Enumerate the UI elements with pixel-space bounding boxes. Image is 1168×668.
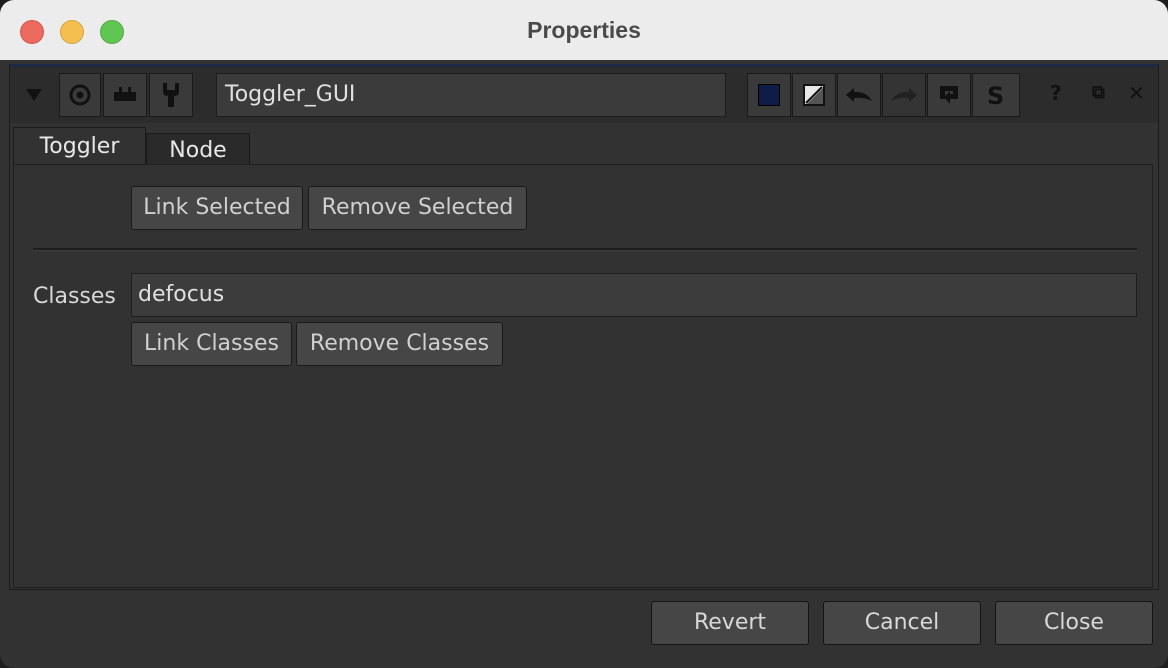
settings-wrench-button[interactable] bbox=[149, 73, 193, 117]
properties-panel: Toggler_GUI S ? ⧉ ✕ Toggler Node Link Se… bbox=[9, 64, 1159, 590]
revert-knobs-button[interactable] bbox=[927, 73, 971, 117]
svg-text:S: S bbox=[987, 82, 1004, 108]
target-icon bbox=[69, 84, 91, 106]
properties-window: Properties Toggler_GUI S ? ⧉ ✕ Toggler N… bbox=[0, 0, 1168, 668]
collapse-triangle-icon bbox=[26, 89, 42, 101]
remove-classes-button[interactable]: Remove Classes bbox=[296, 322, 503, 366]
center-node-button[interactable] bbox=[59, 73, 101, 117]
tab-node[interactable]: Node bbox=[146, 133, 250, 166]
collapse-toggle[interactable] bbox=[14, 73, 54, 117]
wrench-icon bbox=[163, 83, 179, 107]
color-reset-icon bbox=[803, 84, 825, 106]
remove-selected-button[interactable]: Remove Selected bbox=[308, 186, 527, 230]
cancel-button[interactable]: Cancel bbox=[823, 601, 981, 645]
node-color-button[interactable] bbox=[747, 73, 791, 117]
script-s-icon: S bbox=[987, 82, 1004, 108]
node-toolbar: Toggler_GUI S ? ⧉ ✕ bbox=[10, 67, 1158, 123]
classes-input[interactable]: defocus bbox=[131, 273, 1137, 317]
link-selected-button[interactable]: Link Selected bbox=[131, 186, 303, 230]
title-bar: Properties bbox=[0, 0, 1168, 60]
section-divider bbox=[33, 248, 1137, 251]
script-button[interactable]: S bbox=[972, 73, 1020, 117]
help-icon[interactable]: ? bbox=[1050, 81, 1062, 105]
redo-button[interactable] bbox=[882, 73, 926, 117]
close-panel-icon[interactable]: ✕ bbox=[1128, 81, 1145, 105]
window-title: Properties bbox=[527, 17, 641, 43]
float-panel-icon[interactable]: ⧉ bbox=[1092, 82, 1105, 103]
link-classes-button[interactable]: Link Classes bbox=[131, 322, 292, 366]
undo-icon bbox=[846, 88, 872, 102]
undo-button[interactable] bbox=[837, 73, 881, 117]
node-input-icon bbox=[114, 87, 136, 101]
tab-bar: Toggler Node bbox=[10, 127, 1158, 167]
revert-button[interactable]: Revert bbox=[651, 601, 809, 645]
classes-label: Classes bbox=[33, 284, 116, 309]
refresh-icon bbox=[940, 86, 958, 104]
redo-icon bbox=[891, 88, 917, 102]
toggler-tab-content: Link Selected Remove Selected Classes de… bbox=[13, 164, 1153, 588]
reset-color-button[interactable] bbox=[792, 73, 836, 117]
tab-toggler[interactable]: Toggler bbox=[13, 127, 146, 167]
close-button[interactable]: Close bbox=[995, 601, 1153, 645]
color-swatch-icon bbox=[758, 84, 780, 106]
node-name-field[interactable]: Toggler_GUI bbox=[216, 73, 726, 117]
input-node-button[interactable] bbox=[103, 73, 147, 117]
